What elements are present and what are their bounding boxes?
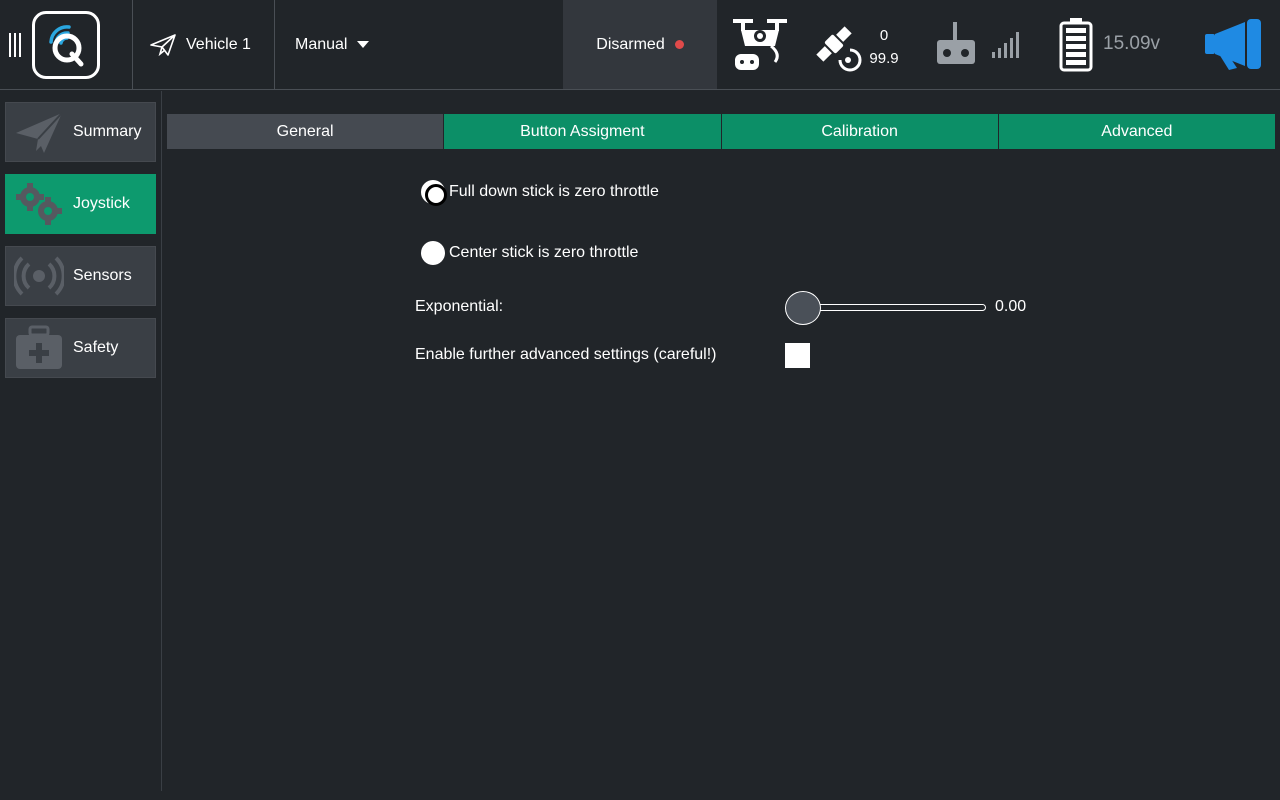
gears-icon — [16, 183, 62, 225]
exponential-value: 0.00 — [995, 298, 1027, 315]
arm-status-dot — [674, 40, 684, 49]
tab-calibration[interactable]: Calibration — [721, 114, 998, 149]
sidebar-item-summary[interactable]: Summary — [5, 102, 156, 162]
radio-button-checked[interactable] — [421, 180, 447, 206]
arm-status-indicator[interactable]: Disarmed — [563, 0, 717, 89]
flight-mode-dropdown[interactable]: Manual — [295, 30, 370, 60]
rc-transmitter-icon[interactable] — [935, 22, 977, 66]
radio-button[interactable] — [421, 241, 445, 265]
signal-bars-icon — [992, 32, 1019, 58]
gps-hdop-value: 99.9 — [869, 50, 899, 67]
sidebar-item-sensors[interactable]: Sensors — [5, 246, 156, 306]
dropdown-arrow-icon — [357, 41, 370, 48]
gps-readout: 0 99.9 — [866, 24, 902, 70]
battery-voltage: 15.09v — [1103, 33, 1161, 54]
sidebar-item-joystick[interactable]: Joystick — [5, 174, 156, 234]
paper-plane-icon — [16, 112, 63, 153]
advanced-settings-label: Enable further advanced settings (carefu… — [415, 346, 717, 363]
menu-handle-icon[interactable] — [9, 33, 23, 57]
gps-satellite-count: 0 — [879, 27, 889, 44]
sidebar-item-label: Safety — [73, 339, 119, 356]
exponential-label: Exponential: — [415, 298, 504, 315]
advanced-settings-checkbox[interactable] — [785, 343, 810, 368]
throttle-option-label: Center stick is zero throttle — [449, 244, 639, 261]
setup-sidebar: Summary Joystick Sensors Safety — [0, 91, 162, 791]
satellite-icon[interactable] — [810, 20, 862, 72]
sidebar-item-label: Joystick — [73, 195, 130, 212]
qgc-logo-icon — [49, 25, 84, 67]
qgc-logo-button[interactable] — [32, 11, 100, 79]
sidebar-item-label: Summary — [73, 123, 142, 140]
throttle-option-full-down[interactable]: Full down stick is zero throttle — [421, 179, 659, 206]
toolbar-divider — [132, 0, 133, 90]
throttle-option-center[interactable]: Center stick is zero throttle — [421, 240, 638, 266]
vehicle-label: Vehicle 1 — [186, 36, 251, 53]
joystick-tab-bar: General Button Assigment Calibration Adv… — [167, 114, 1275, 149]
toolbar-divider — [274, 0, 275, 90]
exponential-slider-track[interactable] — [800, 304, 986, 311]
first-aid-kit-icon — [16, 325, 62, 369]
paper-plane-icon — [150, 34, 176, 56]
throttle-option-label: Full down stick is zero throttle — [449, 183, 659, 200]
sensor-waves-icon — [14, 256, 64, 296]
megaphone-icon[interactable] — [1205, 18, 1263, 72]
tab-advanced[interactable]: Advanced — [998, 114, 1275, 149]
arm-status-label: Disarmed — [596, 35, 665, 53]
drone-icon[interactable] — [731, 16, 789, 72]
tab-button-assignment[interactable]: Button Assigment — [444, 114, 721, 149]
vehicle-selector[interactable]: Vehicle 1 — [150, 30, 251, 60]
battery-icon[interactable] — [1059, 18, 1093, 72]
top-toolbar: Vehicle 1 Manual Disarmed 0 99.9 15.09v — [0, 0, 1280, 90]
flight-mode-label: Manual — [295, 36, 348, 53]
tab-general[interactable]: General — [167, 114, 444, 149]
sidebar-item-safety[interactable]: Safety — [5, 318, 156, 378]
exponential-slider-handle[interactable] — [785, 291, 821, 325]
sidebar-item-label: Sensors — [73, 267, 132, 284]
